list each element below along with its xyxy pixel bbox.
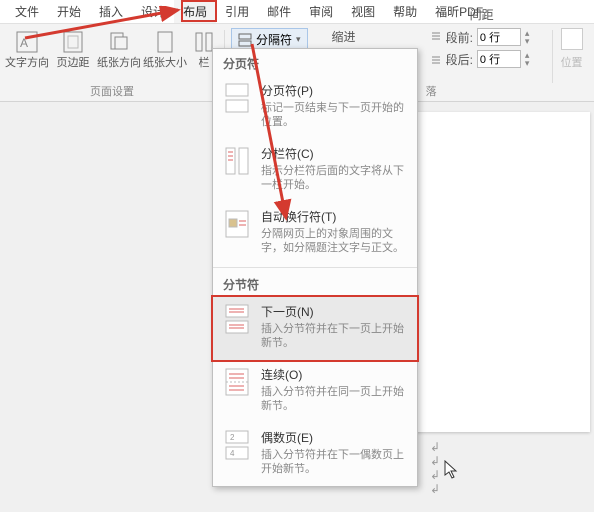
item-desc: 插入分节符并在下一偶数页上开始新节。 bbox=[261, 448, 407, 476]
menu-design[interactable]: 设计 bbox=[132, 0, 174, 23]
item-next-page[interactable]: 下一页(N) 插入分节符并在下一页上开始新节。 bbox=[211, 295, 419, 362]
spacing-heading: 间距 bbox=[470, 6, 494, 23]
group-position: 位置 bbox=[553, 24, 591, 101]
indent-label: 缩进 bbox=[332, 28, 356, 45]
item-desc: 标记一页结束与下一页开始的位置。 bbox=[261, 101, 407, 129]
group-page-setup: A 文字方向 页边距 纸张方向 纸张大小 bbox=[0, 24, 224, 101]
text-direction-icon: A bbox=[14, 29, 40, 55]
section-section-breaks: 分节符 bbox=[213, 270, 417, 297]
breaks-dropdown: 分页符 分页符(P) 标记一页结束与下一页开始的位置。 分栏符(C) 指示分栏符… bbox=[212, 48, 418, 487]
item-title: 自动换行符(T) bbox=[261, 208, 407, 225]
breaks-icon bbox=[238, 33, 252, 47]
chevron-down-icon: ▾ bbox=[296, 34, 301, 45]
item-title: 分页符(P) bbox=[261, 82, 407, 99]
item-desc: 插入分节符并在下一页上开始新节。 bbox=[261, 322, 407, 350]
spacing-before-label: 段前: bbox=[446, 29, 473, 46]
spacing-after-icon bbox=[430, 53, 442, 65]
page-break-icon bbox=[223, 82, 251, 114]
svg-text:4: 4 bbox=[230, 449, 235, 458]
svg-text:2: 2 bbox=[230, 433, 235, 442]
menu-mailings[interactable]: 邮件 bbox=[258, 0, 300, 23]
menu-bar: 文件 开始 插入 设计 布局 引用 邮件 审阅 视图 帮助 福昕PDF bbox=[0, 0, 594, 24]
text-direction-button[interactable]: A 文字方向 bbox=[5, 27, 49, 69]
menu-view[interactable]: 视图 bbox=[342, 0, 384, 23]
orientation-icon bbox=[106, 29, 132, 55]
item-title: 偶数页(E) bbox=[261, 429, 407, 446]
menu-insert[interactable]: 插入 bbox=[90, 0, 132, 23]
group-label-page-setup: 页面设置 bbox=[0, 83, 224, 99]
section-page-breaks: 分页符 bbox=[213, 49, 417, 76]
item-title: 下一页(N) bbox=[261, 303, 407, 320]
group-spacing: 间距 段前: ▴▾ 段后: ▴▾ 落 bbox=[422, 24, 552, 101]
stepper-icon[interactable]: ▴▾ bbox=[525, 51, 530, 67]
text-wrapping-icon bbox=[223, 208, 251, 240]
even-page-icon: 24 bbox=[223, 429, 251, 461]
spacing-after-row: 段后: ▴▾ bbox=[430, 50, 544, 68]
item-desc: 插入分节符并在同一页上开始新节。 bbox=[261, 385, 407, 413]
item-desc: 指示分栏符后面的文字将从下一栏开始。 bbox=[261, 164, 407, 192]
spacing-after-label: 段后: bbox=[446, 51, 473, 68]
margins-button[interactable]: 页边距 bbox=[51, 27, 95, 69]
breaks-label: 分隔符 bbox=[256, 31, 292, 48]
mouse-cursor-icon bbox=[444, 460, 460, 480]
menu-review[interactable]: 审阅 bbox=[300, 0, 342, 23]
position-label: 位置 bbox=[561, 54, 583, 70]
column-break-icon bbox=[223, 145, 251, 177]
item-text-wrapping[interactable]: 自动换行符(T) 分隔网页上的对象周围的文字，如分隔题注文字与正文。 bbox=[213, 202, 417, 265]
menu-help[interactable]: 帮助 bbox=[384, 0, 426, 23]
spacing-before-icon bbox=[430, 31, 442, 43]
menu-layout[interactable]: 布局 bbox=[174, 0, 216, 23]
menu-file[interactable]: 文件 bbox=[6, 0, 48, 23]
size-button[interactable]: 纸张大小 bbox=[143, 27, 187, 69]
menu-home[interactable]: 开始 bbox=[48, 0, 90, 23]
item-title: 连续(O) bbox=[261, 366, 407, 383]
stepper-icon[interactable]: ▴▾ bbox=[525, 29, 530, 45]
group-label-paragraph: 落 bbox=[422, 83, 437, 99]
item-page-break[interactable]: 分页符(P) 标记一页结束与下一页开始的位置。 bbox=[213, 76, 417, 139]
margins-icon bbox=[60, 29, 86, 55]
next-page-icon bbox=[223, 303, 251, 335]
spacing-after-input[interactable] bbox=[477, 50, 521, 68]
item-desc: 分隔网页上的对象周围的文字，如分隔题注文字与正文。 bbox=[261, 227, 407, 255]
spacing-before-input[interactable] bbox=[477, 28, 521, 46]
orientation-button[interactable]: 纸张方向 bbox=[97, 27, 141, 69]
position-icon[interactable] bbox=[561, 28, 583, 50]
spacing-before-row: 段前: ▴▾ bbox=[430, 28, 544, 46]
menu-references[interactable]: 引用 bbox=[216, 0, 258, 23]
dropdown-divider bbox=[213, 267, 417, 268]
svg-text:A: A bbox=[20, 36, 28, 50]
item-column-break[interactable]: 分栏符(C) 指示分栏符后面的文字将从下一栏开始。 bbox=[213, 139, 417, 202]
item-title: 分栏符(C) bbox=[261, 145, 407, 162]
item-even-page[interactable]: 24 偶数页(E) 插入分节符并在下一偶数页上开始新节。 bbox=[213, 423, 417, 486]
item-continuous[interactable]: 连续(O) 插入分节符并在同一页上开始新节。 bbox=[213, 360, 417, 423]
continuous-icon bbox=[223, 366, 251, 398]
size-icon bbox=[152, 29, 178, 55]
